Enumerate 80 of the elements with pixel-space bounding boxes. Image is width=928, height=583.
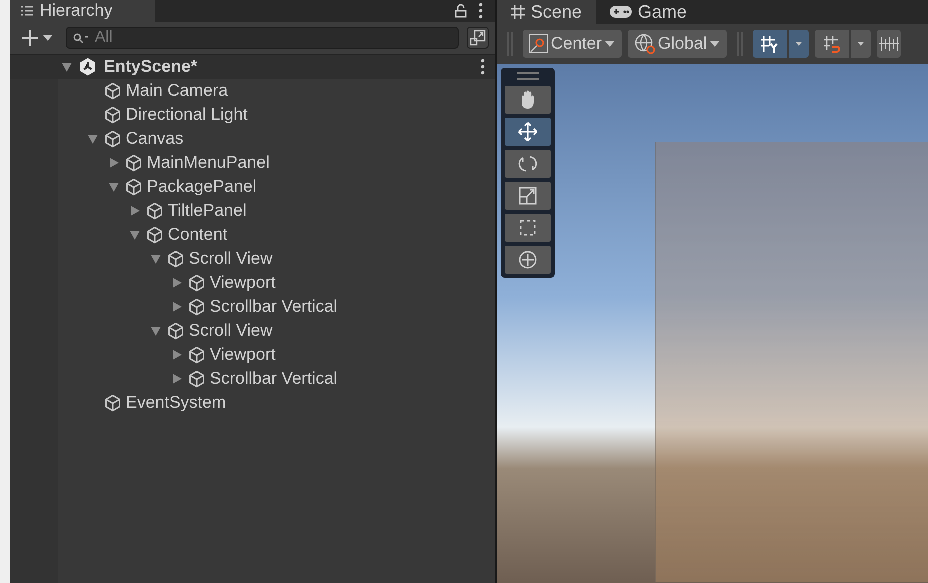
transform-icon bbox=[517, 249, 539, 271]
cube-icon bbox=[146, 202, 164, 220]
more-icon[interactable] bbox=[479, 3, 483, 19]
plus-icon bbox=[20, 28, 40, 48]
global-dropdown[interactable]: Global bbox=[628, 30, 728, 58]
expand-arrow-icon[interactable] bbox=[86, 132, 100, 146]
scale-tool[interactable] bbox=[505, 182, 551, 210]
cube-icon bbox=[104, 82, 122, 100]
tree-item[interactable]: Canvas bbox=[126, 129, 184, 149]
tree-item[interactable]: Content bbox=[168, 225, 228, 245]
cube-icon bbox=[125, 178, 143, 196]
rect-tool[interactable] bbox=[505, 214, 551, 242]
collapse-arrow-icon[interactable] bbox=[170, 372, 184, 386]
tree-item[interactable]: TiltlePanel bbox=[168, 201, 247, 221]
collapse-arrow-icon[interactable] bbox=[107, 156, 121, 170]
tree-item[interactable]: Scroll View bbox=[189, 321, 273, 341]
search-field[interactable]: All bbox=[66, 27, 459, 49]
collapse-arrow-icon[interactable] bbox=[170, 300, 184, 314]
dropdown-toggle[interactable] bbox=[789, 30, 810, 58]
tree-item[interactable]: PackagePanel bbox=[147, 177, 257, 197]
toolbar-grip[interactable] bbox=[737, 32, 744, 56]
tree-item[interactable]: Scrollbar Vertical bbox=[210, 369, 338, 389]
expand-arrow-icon[interactable] bbox=[107, 180, 121, 194]
expand-arrow-icon[interactable] bbox=[149, 324, 163, 338]
cube-icon bbox=[125, 154, 143, 172]
move-icon bbox=[517, 121, 539, 143]
transform-tool[interactable] bbox=[505, 246, 551, 274]
tree-item[interactable]: Scroll View bbox=[189, 249, 273, 269]
caret-icon bbox=[709, 40, 722, 48]
grid-toggle[interactable] bbox=[753, 30, 788, 58]
cube-icon bbox=[188, 346, 206, 364]
move-tool[interactable] bbox=[505, 118, 551, 146]
cube-icon bbox=[104, 130, 122, 148]
collapse-arrow-icon[interactable] bbox=[170, 348, 184, 362]
collapse-arrow-icon[interactable] bbox=[128, 204, 142, 218]
tree-item[interactable]: Scrollbar Vertical bbox=[210, 297, 338, 317]
hand-tool[interactable] bbox=[505, 86, 551, 114]
tree-item[interactable]: Directional Light bbox=[126, 105, 248, 125]
cube-icon bbox=[188, 298, 206, 316]
ruler-icon[interactable] bbox=[877, 30, 902, 58]
grid-icon bbox=[511, 5, 525, 19]
scene-viewport[interactable] bbox=[497, 64, 928, 583]
list-icon bbox=[20, 5, 34, 17]
caret-icon bbox=[42, 34, 54, 42]
maximize-icon[interactable] bbox=[467, 27, 489, 49]
tree-item[interactable]: EventSystem bbox=[126, 393, 226, 413]
tree-item[interactable]: Main Camera bbox=[126, 81, 228, 101]
globe-icon bbox=[634, 33, 656, 55]
pivot-dropdown[interactable]: Center bbox=[523, 30, 622, 58]
scene-name[interactable]: EntyScene* bbox=[104, 57, 198, 77]
scene-tab[interactable]: Scene bbox=[497, 0, 596, 24]
dropdown-toggle[interactable] bbox=[851, 30, 872, 58]
drag-handle[interactable] bbox=[517, 72, 539, 80]
cube-icon bbox=[167, 250, 185, 268]
magnet-grid-icon bbox=[822, 34, 842, 54]
hierarchy-tab[interactable]: Hierarchy bbox=[10, 0, 155, 22]
cube-icon bbox=[146, 226, 164, 244]
expand-arrow-icon[interactable] bbox=[149, 252, 163, 266]
cube-icon bbox=[167, 322, 185, 340]
cube-icon bbox=[188, 274, 206, 292]
caret-icon bbox=[604, 40, 616, 48]
tree-item[interactable]: Viewport bbox=[210, 273, 276, 293]
more-icon[interactable] bbox=[481, 59, 485, 75]
gamepad-icon bbox=[610, 6, 632, 18]
cube-icon bbox=[104, 106, 122, 124]
snap-toggle[interactable] bbox=[815, 30, 850, 58]
caret-icon bbox=[795, 40, 804, 48]
pivot-icon bbox=[529, 34, 549, 54]
rotate-tool[interactable] bbox=[505, 150, 551, 178]
tree-item[interactable]: MainMenuPanel bbox=[147, 153, 270, 173]
expand-arrow-icon[interactable] bbox=[128, 228, 142, 242]
lock-icon[interactable] bbox=[455, 4, 467, 18]
collapse-arrow-icon[interactable] bbox=[170, 276, 184, 290]
cube-icon bbox=[104, 394, 122, 412]
cube-icon bbox=[188, 370, 206, 388]
toolbar-grip[interactable] bbox=[507, 32, 513, 56]
tree-item[interactable]: Viewport bbox=[210, 345, 276, 365]
expand-arrow-icon[interactable] bbox=[60, 60, 74, 74]
caret-icon bbox=[857, 40, 866, 48]
scale-icon bbox=[517, 185, 539, 207]
